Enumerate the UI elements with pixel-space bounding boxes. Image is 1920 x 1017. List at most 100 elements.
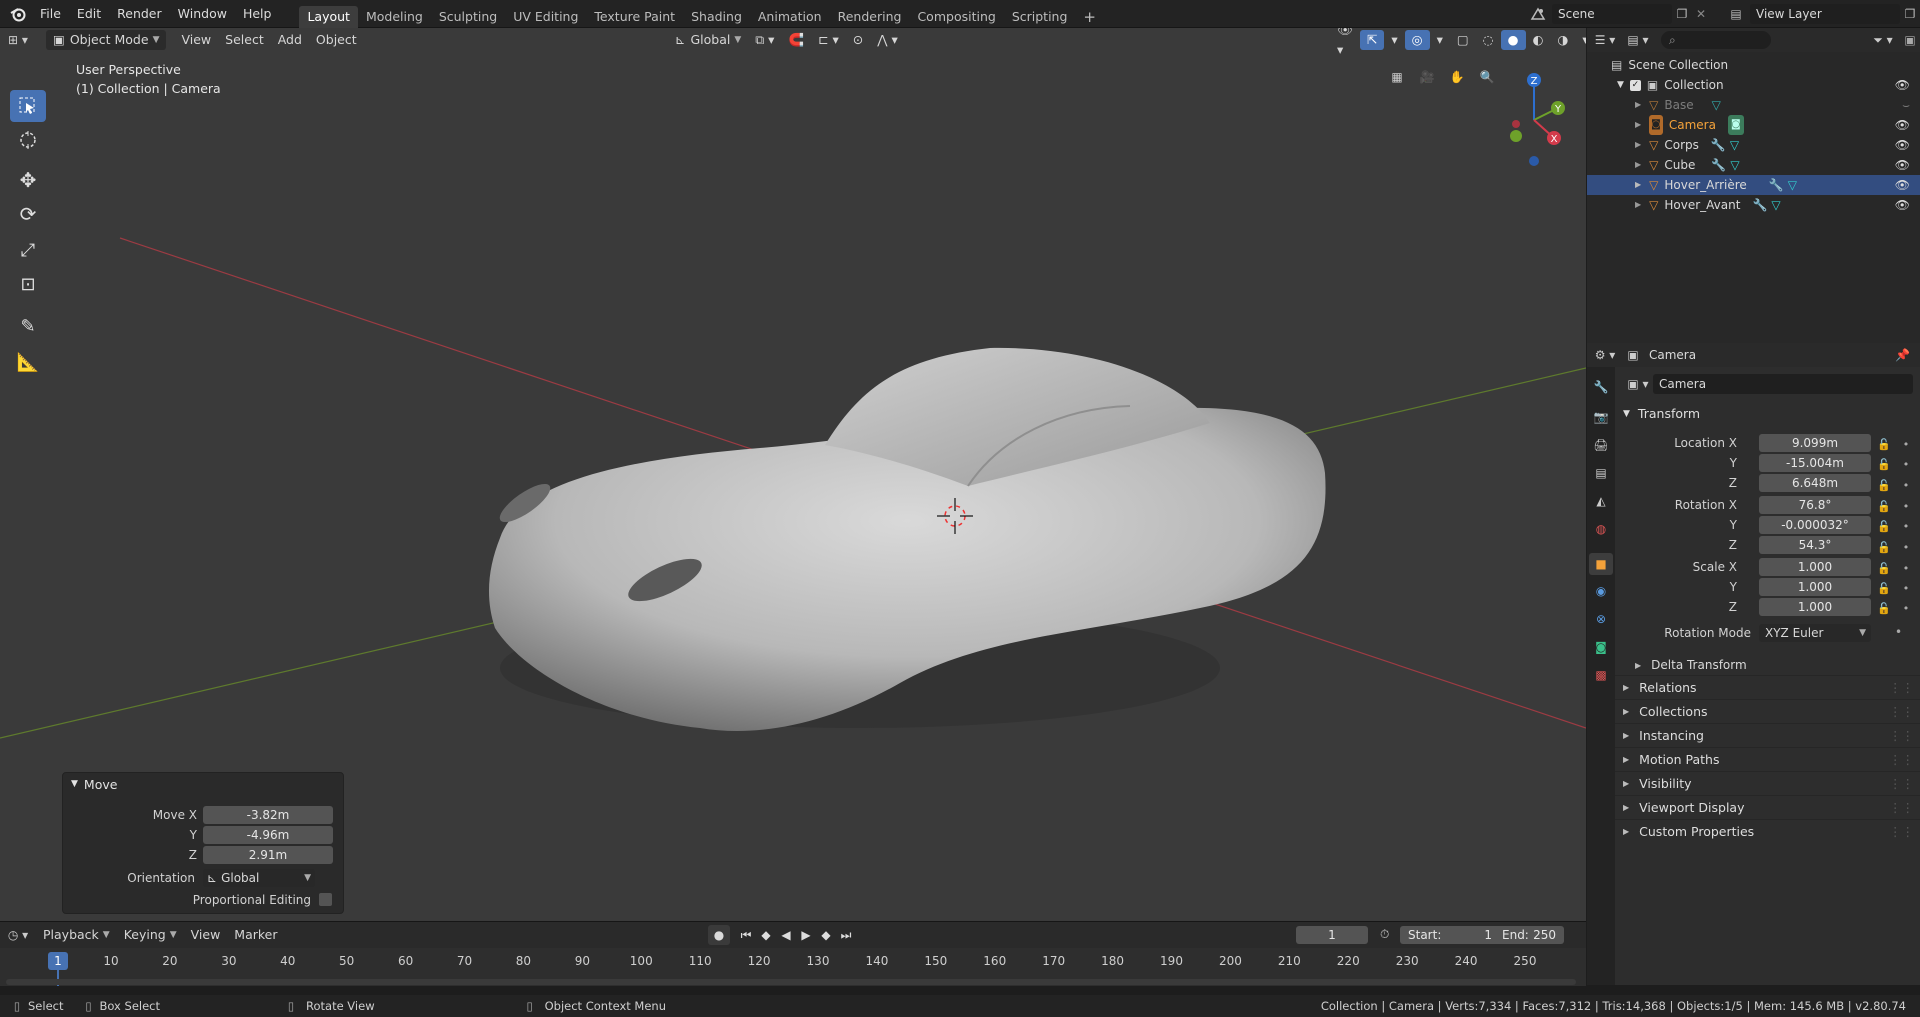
lock-icon[interactable]: 🔓 (1877, 438, 1891, 451)
tree-row-base[interactable]: ▶ ▽ Base ▽ ⌣ (1587, 95, 1920, 115)
section-instancing[interactable]: ▶ Instancing ⋮⋮ (1615, 723, 1920, 747)
visibility-icon[interactable]: 👁 ▾ (1330, 28, 1360, 57)
object-tab-icon[interactable]: ■ (1589, 553, 1613, 575)
current-frame-field[interactable]: 1 (1296, 926, 1368, 944)
playhead-label[interactable]: 1 (48, 952, 68, 970)
drag-handle-icon[interactable]: ⋮⋮ (1889, 820, 1914, 844)
timeline-menu-view[interactable]: View (184, 925, 228, 945)
physics-tab-icon[interactable]: ◉ (1591, 581, 1611, 601)
move-y-field[interactable]: -4.96m (203, 826, 333, 844)
editor-type-icon[interactable]: ☰ ▾ (1587, 33, 1623, 47)
delta-transform-subpanel[interactable]: ▶ Delta Transform (1635, 656, 1747, 674)
object-name-field[interactable]: Camera (1653, 374, 1913, 394)
keyframe-dot-icon[interactable]: • (1903, 500, 1910, 513)
tree-row-corps[interactable]: ▶ ▽ Corps 🔧 ▽ 👁 (1587, 135, 1920, 155)
tree-row-cube[interactable]: ▶ ▽ Cube 🔧 ▽ 👁 (1587, 155, 1920, 175)
next-keyframe-icon[interactable]: ◆ (816, 928, 836, 942)
drag-handle-icon[interactable]: ⋮⋮ (1889, 772, 1914, 796)
output-tab-icon[interactable]: 🖨 (1591, 435, 1611, 455)
outliner-search-input[interactable]: ⌕ (1661, 31, 1771, 49)
rotate-tool-icon[interactable]: ⟳ (10, 198, 46, 230)
stopwatch-icon[interactable]: ⏱ (1380, 927, 1389, 942)
3d-viewport[interactable]: ⊞ ▾ ▣ Object Mode ▼ View Select Add Obje… (0, 28, 1586, 921)
proportional-edit-icon[interactable]: ⊙ (846, 30, 870, 50)
start-frame-field[interactable]: Start: 1 (1400, 926, 1500, 944)
tab-scripting[interactable]: Scripting (1004, 6, 1076, 28)
falloff-icon[interactable]: ⋀ ▾ (870, 30, 905, 50)
scene-name-field[interactable]: Scene (1552, 4, 1672, 24)
jump-start-icon[interactable]: ⏮ (736, 928, 756, 943)
gizmo-dropdown-icon[interactable]: ▾ (1384, 30, 1404, 50)
scale-tool-icon[interactable]: ⤢ (10, 234, 46, 266)
proportional-editing-checkbox[interactable] (319, 893, 332, 906)
tool-tab-icon[interactable]: 🔧 (1591, 377, 1611, 397)
lock-icon[interactable]: 🔓 (1877, 479, 1891, 492)
scale-x-field[interactable]: 1.000 (1759, 558, 1871, 576)
gizmo-toggle-icon[interactable]: ⇱ (1359, 30, 1385, 50)
pin-icon[interactable]: 📌 (1895, 348, 1910, 362)
drag-handle-icon[interactable]: ⋮⋮ (1889, 748, 1914, 772)
editor-type-icon[interactable]: ◷ ▾ (0, 928, 36, 942)
overlay-toggle-icon[interactable]: ◎ (1404, 30, 1430, 50)
material-shading-icon[interactable]: ◐ (1526, 30, 1551, 50)
cursor-tool-icon[interactable] (10, 124, 46, 156)
tree-row-camera[interactable]: ▶ ◙ Camera ◙ 👁 (1587, 115, 1920, 135)
blender-logo-icon[interactable] (4, 0, 32, 28)
rotation-z-field[interactable]: 54.3° (1759, 536, 1871, 554)
lock-icon[interactable]: 🔓 (1877, 500, 1891, 513)
snap-target-icon[interactable]: ⊏ ▾ (811, 30, 846, 50)
collection-checkbox[interactable]: ✓ (1629, 79, 1641, 91)
section-relations[interactable]: ▶ Relations ⋮⋮ (1615, 675, 1920, 699)
display-mode-icon[interactable]: ▤ ▾ (1623, 33, 1653, 47)
expand-arrow-icon[interactable]: ▶ (1635, 195, 1641, 215)
expand-arrow-icon[interactable]: ▶ (1635, 135, 1641, 155)
overlay-dropdown-icon[interactable]: ▾ (1430, 30, 1450, 50)
new-scene-icon[interactable]: ❐ (1672, 7, 1692, 21)
tab-modeling[interactable]: Modeling (358, 6, 431, 28)
view-layer-tab-icon[interactable]: ▤ (1591, 463, 1611, 483)
section-visibility[interactable]: ▶ Visibility ⋮⋮ (1615, 771, 1920, 795)
record-icon[interactable]: ● (708, 925, 730, 945)
orientation-dropdown[interactable]: ⊾ Global ▼ (668, 30, 748, 50)
section-motion-paths[interactable]: ▶ Motion Paths ⋮⋮ (1615, 747, 1920, 771)
tab-compositing[interactable]: Compositing (909, 6, 1003, 28)
lock-icon[interactable]: 🔓 (1877, 602, 1891, 615)
annotate-tool-icon[interactable]: ✎ (10, 310, 46, 342)
texture-tab-icon[interactable]: ▩ (1591, 665, 1611, 685)
tab-uv-editing[interactable]: UV Editing (505, 6, 586, 28)
grid-view-icon[interactable]: ▦ (1382, 64, 1412, 90)
menu-render[interactable]: Render (109, 0, 170, 28)
camera-view-icon[interactable]: 🎥 (1412, 64, 1442, 90)
lock-icon[interactable]: 🔓 (1877, 582, 1891, 595)
solid-shading-icon[interactable]: ● (1500, 30, 1526, 50)
expand-arrow-icon[interactable]: ▶ (1635, 175, 1641, 195)
lock-icon[interactable]: 🔓 (1877, 562, 1891, 575)
rotation-mode-select[interactable]: XYZ Euler ▼ (1759, 624, 1871, 642)
scene-tab-icon[interactable]: ◭ (1591, 491, 1611, 511)
drag-handle-icon[interactable]: ⋮⋮ (1889, 700, 1914, 724)
section-custom-properties[interactable]: ▶ Custom Properties ⋮⋮ (1615, 819, 1920, 843)
end-frame-field[interactable]: End: 250 (1494, 926, 1564, 944)
new-view-layer-icon[interactable]: ❐ (1900, 7, 1920, 21)
orientation-select[interactable]: ⊾ Global ▼ (203, 869, 315, 887)
move-z-field[interactable]: 2.91m (203, 846, 333, 864)
visibility-eye-icon[interactable]: 👁 (1895, 155, 1910, 175)
tab-animation[interactable]: Animation (750, 6, 830, 28)
tab-sculpting[interactable]: Sculpting (431, 6, 505, 28)
snap-icon[interactable]: 🧲 (781, 30, 811, 50)
transform-panel-header[interactable]: ▼ Transform (1623, 402, 1700, 426)
view-layer-field[interactable]: View Layer (1750, 4, 1900, 24)
rotation-x-field[interactable]: 76.8° (1759, 496, 1871, 514)
visibility-eye-icon[interactable]: 👁 (1895, 115, 1910, 135)
xray-icon[interactable]: ▢ (1450, 30, 1476, 50)
menu-file[interactable]: File (32, 0, 69, 28)
keying-menu[interactable]: Keying ▼ (117, 925, 184, 945)
section-viewport-display[interactable]: ▶ Viewport Display ⋮⋮ (1615, 795, 1920, 819)
expand-arrow-icon[interactable]: ▶ (1635, 95, 1641, 115)
world-tab-icon[interactable]: ◍ (1591, 519, 1611, 539)
scene-icon[interactable] (1524, 7, 1552, 21)
viewport-menu-object[interactable]: Object (309, 30, 364, 50)
timeline-menu-marker[interactable]: Marker (227, 925, 284, 945)
operator-panel-header[interactable]: ▼ Move (63, 773, 343, 795)
visibility-eye-icon[interactable]: 👁 (1895, 75, 1910, 95)
